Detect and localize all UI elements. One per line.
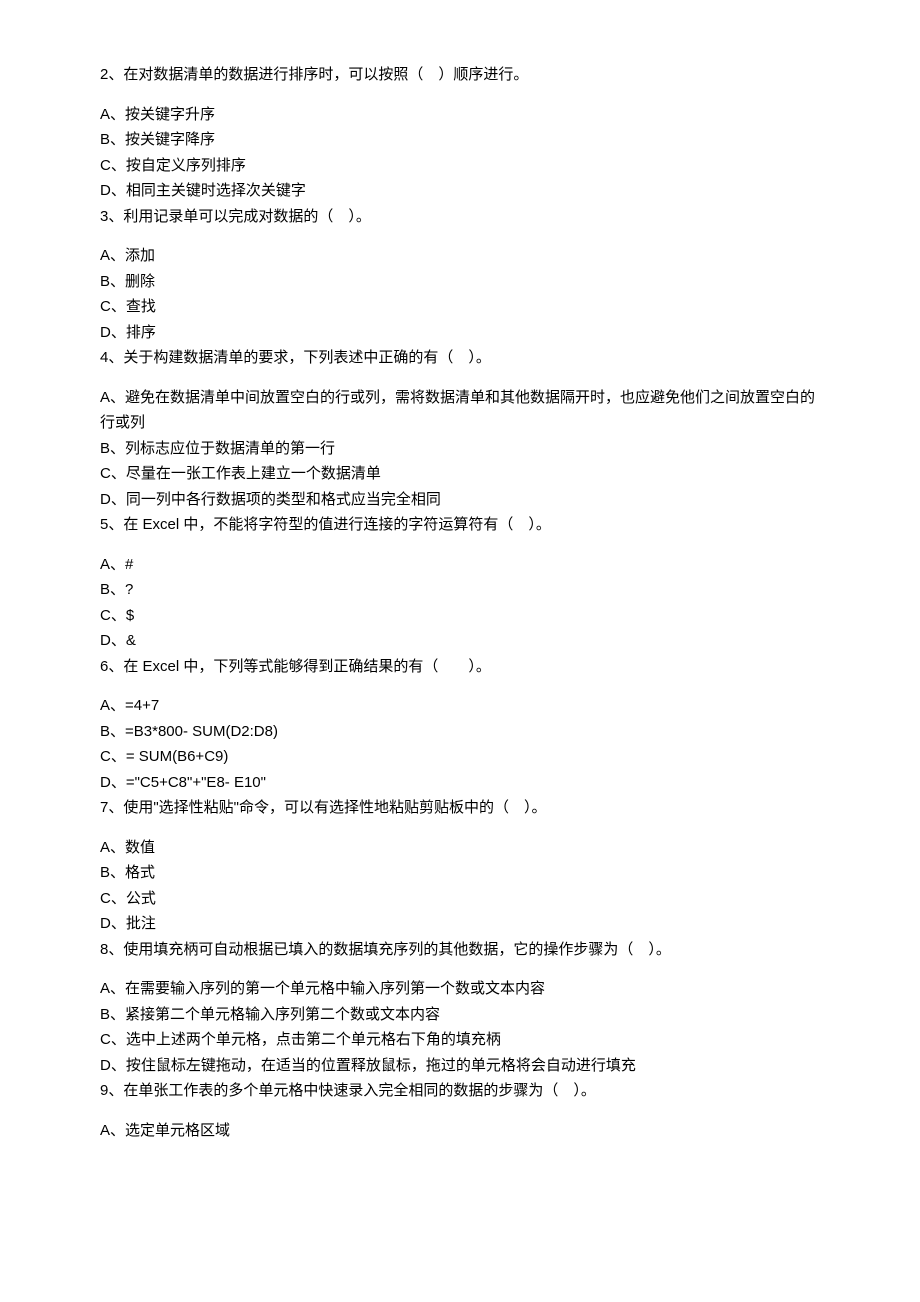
question-stem: 8、使用填充柄可自动根据已填入的数据填充序列的其他数据，它的操作步骤为（ ）。 (100, 937, 820, 963)
question-option: D、="C5+C8"+"E8- E10" (100, 770, 820, 796)
question-option: C、公式 (100, 886, 820, 912)
question-option: A、数值 (100, 835, 820, 861)
question-stem: 5、在 Excel 中，不能将字符型的值进行连接的字符运算符有（ ）。 (100, 512, 820, 538)
question-option: D、相同主关键时选择次关键字 (100, 178, 820, 204)
question-option: C、= SUM(B6+C9) (100, 744, 820, 770)
question-option: A、避免在数据清单中间放置空白的行或列，需将数据清单和其他数据隔开时，也应避免他… (100, 385, 820, 436)
question-option: A、添加 (100, 243, 820, 269)
question-option: C、选中上述两个单元格，点击第二个单元格右下角的填充柄 (100, 1027, 820, 1053)
question-option: D、排序 (100, 320, 820, 346)
question-option: D、& (100, 628, 820, 654)
question-stem: 4、关于构建数据清单的要求，下列表述中正确的有（ ）。 (100, 345, 820, 371)
question-option: A、=4+7 (100, 693, 820, 719)
question-stem: 3、利用记录单可以完成对数据的（ ）。 (100, 204, 820, 230)
question-option: C、$ (100, 603, 820, 629)
question-stem: 6、在 Excel 中，下列等式能够得到正确结果的有（ ）。 (100, 654, 820, 680)
question-stem: 2、在对数据清单的数据进行排序时，可以按照（ ）顺序进行。 (100, 62, 820, 88)
question-option: B、删除 (100, 269, 820, 295)
question-option: D、同一列中各行数据项的类型和格式应当完全相同 (100, 487, 820, 513)
question-option: A、在需要输入序列的第一个单元格中输入序列第一个数或文本内容 (100, 976, 820, 1002)
question-option: B、=B3*800- SUM(D2:D8) (100, 719, 820, 745)
question-option: C、尽量在一张工作表上建立一个数据清单 (100, 461, 820, 487)
question-option: A、# (100, 552, 820, 578)
question-option: B、按关键字降序 (100, 127, 820, 153)
question-option: B、? (100, 577, 820, 603)
question-option: A、按关键字升序 (100, 102, 820, 128)
question-option: D、按住鼠标左键拖动，在适当的位置释放鼠标，拖过的单元格将会自动进行填充 (100, 1053, 820, 1079)
question-option: C、按自定义序列排序 (100, 153, 820, 179)
question-stem: 9、在单张工作表的多个单元格中快速录入完全相同的数据的步骤为（ ）。 (100, 1078, 820, 1104)
question-option: D、批注 (100, 911, 820, 937)
question-stem: 7、使用"选择性粘贴"命令，可以有选择性地粘贴剪贴板中的（ ）。 (100, 795, 820, 821)
question-option: C、查找 (100, 294, 820, 320)
question-option: B、格式 (100, 860, 820, 886)
question-option: A、选定单元格区域 (100, 1118, 820, 1144)
question-option: B、紧接第二个单元格输入序列第二个数或文本内容 (100, 1002, 820, 1028)
question-option: B、列标志应位于数据清单的第一行 (100, 436, 820, 462)
